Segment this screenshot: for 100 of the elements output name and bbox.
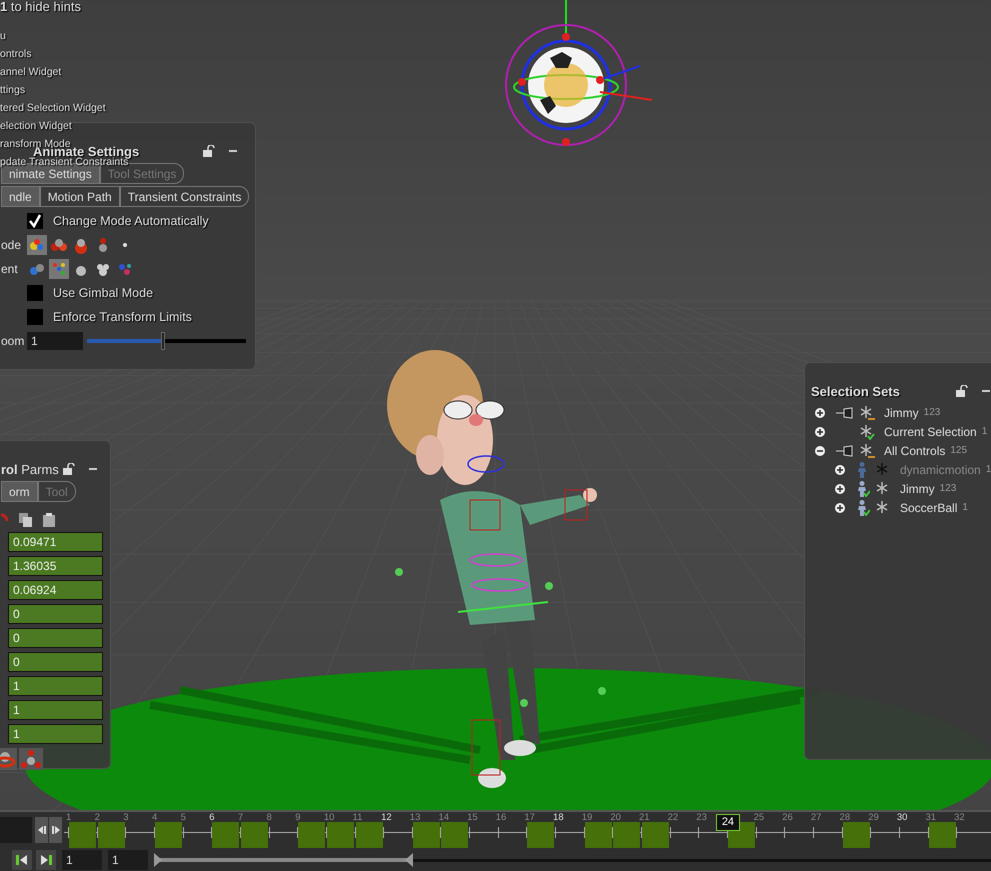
parameter-field[interactable]: 0.09471 <box>8 532 103 552</box>
step-forward-icon <box>50 825 60 835</box>
range-handle[interactable] <box>154 852 162 866</box>
frame-number: 31 <box>926 812 936 823</box>
expand-icon[interactable] <box>835 464 845 474</box>
number-field[interactable]: 1 <box>27 332 83 350</box>
set-name[interactable]: Jimmy <box>900 482 935 496</box>
set-name[interactable]: dynamicmotion <box>900 462 981 476</box>
set-count: 125 <box>950 445 968 456</box>
frame-number: 15 <box>467 812 478 823</box>
frame-number: 11 <box>352 812 362 823</box>
parameter-field[interactable]: 1.36035 <box>8 556 103 576</box>
paste-icon[interactable] <box>43 513 55 527</box>
expand-icon[interactable] <box>815 408 825 418</box>
set-count: 123 <box>924 407 940 418</box>
lock-icon[interactable] <box>203 145 215 157</box>
frame-number: 30 <box>896 812 908 823</box>
panel-tab[interactable]: Tool <box>38 481 76 502</box>
copy-icon[interactable] <box>19 513 33 527</box>
set-count: 1 <box>962 502 968 513</box>
skip-to-end-icon <box>40 854 52 864</box>
pin-icon <box>836 444 854 456</box>
frame-number: 2 <box>94 812 100 823</box>
3d-viewport[interactable] <box>0 0 991 810</box>
frame-number: 6 <box>209 812 215 823</box>
set-name[interactable]: All Controls <box>884 444 946 458</box>
set-name[interactable]: SoccerBall <box>900 500 958 514</box>
frame-ruler[interactable]: 1 2 3 4 5 6 7 8 9 10 11 12 13 14 15 16 17 18 19 20 21 22 23 24 25 26 27 28 29 30 31 32 <box>64 812 991 848</box>
hint-text: annel Widget <box>0 66 62 78</box>
current-frame-tooltip[interactable]: 24 <box>716 814 740 831</box>
start-frame-field[interactable]: 1 <box>62 850 102 870</box>
checkbox[interactable] <box>27 285 43 301</box>
set-count: 1 <box>982 426 988 437</box>
frame-number: 32 <box>954 812 965 823</box>
pin-icon <box>836 406 854 418</box>
checkbox-label: Use Gimbal Mode <box>53 286 154 300</box>
step-back-button[interactable] <box>35 817 48 843</box>
step-forward-button[interactable] <box>49 817 62 843</box>
asterisk-icon <box>859 404 875 420</box>
go-to-end-button[interactable] <box>36 850 56 870</box>
parameter-field[interactable]: 1 <box>8 676 103 696</box>
checkbox-label: Change Mode Automatically <box>53 214 209 228</box>
move-tool-icon[interactable] <box>19 748 43 770</box>
set-count: 1 <box>986 464 991 475</box>
hint-text: 1 to hide hints <box>0 0 82 16</box>
end-frame-field[interactable]: 1 <box>108 850 148 870</box>
parameter-field[interactable]: 1 <box>8 700 103 720</box>
parameter-field[interactable]: 1 <box>8 724 103 744</box>
set-count: 123 <box>940 483 956 494</box>
parameter-field[interactable]: 0 <box>8 604 103 624</box>
frame-number: 1 <box>66 812 72 823</box>
panel-tab[interactable]: orm <box>1 481 38 502</box>
frame-number: 28 <box>840 812 850 823</box>
frame-number: 20 <box>610 812 621 823</box>
parameter-field[interactable]: 0 <box>8 652 103 672</box>
frame-number: 5 <box>180 812 186 823</box>
row-label: ode <box>1 238 22 252</box>
panel-tab[interactable]: Transient Constraints <box>120 186 250 207</box>
asterisk-check-icon <box>859 424 875 440</box>
panel-tab[interactable]: Motion Path <box>40 186 120 207</box>
checkbox[interactable] <box>27 213 43 229</box>
hint-text: election Widget <box>0 120 72 132</box>
frame-number: 29 <box>868 812 879 823</box>
expand-icon[interactable] <box>835 502 845 512</box>
frame-number: 10 <box>324 812 334 823</box>
hint-text: ttings <box>0 84 26 96</box>
frame-number: 26 <box>782 812 793 823</box>
skip-to-start-icon <box>16 854 28 864</box>
panel-tab[interactable]: ndle <box>1 186 40 207</box>
go-to-start-button[interactable] <box>12 850 32 870</box>
checkbox[interactable] <box>27 309 43 325</box>
frame-number: 27 <box>810 812 822 823</box>
asterisk-icon <box>859 442 875 458</box>
rotate-tool-icon[interactable] <box>0 748 17 770</box>
frame-number: 13 <box>410 812 420 823</box>
set-name[interactable]: Current Selection <box>884 424 977 438</box>
range-handle[interactable] <box>405 852 414 866</box>
frame-number: 17 <box>524 812 535 823</box>
hint-text: ontrols <box>0 48 32 60</box>
slider-thumb[interactable] <box>161 332 166 350</box>
row-label: ent <box>1 262 19 276</box>
step-back-icon <box>36 825 46 835</box>
collapse-icon[interactable] <box>815 446 825 456</box>
expand-icon[interactable] <box>835 484 845 494</box>
parameter-field[interactable]: 0 <box>8 628 103 648</box>
expand-icon[interactable] <box>815 426 825 436</box>
parameter-field[interactable]: 0.06924 <box>8 580 103 600</box>
hint-text: tered Selection Widget <box>0 102 106 114</box>
lock-icon[interactable] <box>956 385 968 397</box>
frame-number: 3 <box>123 812 129 823</box>
figure-icon <box>856 480 870 496</box>
frame-number: 4 <box>152 812 158 823</box>
checkbox-label: Enforce Transform Limits <box>53 310 192 324</box>
frame-number: 21 <box>639 812 650 823</box>
frame-number: 23 <box>696 812 707 823</box>
frame-number: 16 <box>496 812 506 823</box>
set-name[interactable]: Jimmy <box>884 406 919 420</box>
lock-icon[interactable] <box>63 463 75 475</box>
frame-number: 14 <box>438 812 450 823</box>
frame-number: 9 <box>295 812 300 823</box>
